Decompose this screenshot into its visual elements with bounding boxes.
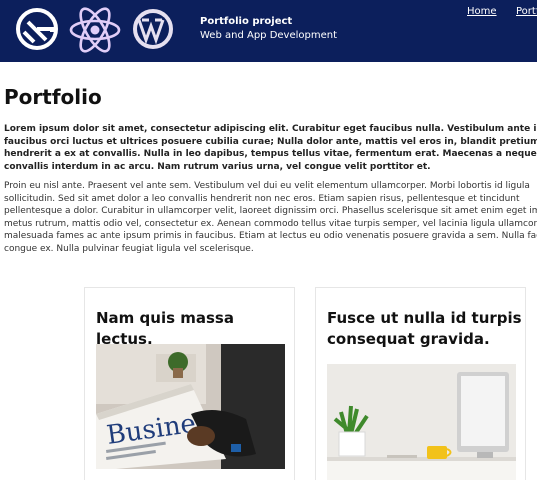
- main-content: Portfolio Lorem ipsum dolor sit amet, co…: [4, 85, 537, 255]
- gatsby-icon[interactable]: [16, 8, 58, 50]
- body-line: congue ex. Nulla pulvinar feugiat ligula…: [4, 243, 254, 254]
- body-line: metus rutrum, mattis odio vel, consectet…: [4, 218, 537, 229]
- site-subtitle: Web and App Development: [200, 30, 338, 41]
- page-title: Portfolio: [4, 85, 102, 109]
- card-image-desk[interactable]: [327, 364, 516, 480]
- wordpress-icon[interactable]: [132, 8, 174, 50]
- lead-line: Lorem ipsum dolor sit amet, consectetur …: [4, 124, 537, 134]
- lead-line: hendrerit a ex at convallis. Nulla in le…: [4, 149, 537, 159]
- lead-paragraph: Lorem ipsum dolor sit amet, consectetur …: [4, 123, 537, 173]
- card-title[interactable]: Fusce ut nulla id turpis consequat gravi…: [327, 308, 522, 350]
- nav-link-home[interactable]: Home: [467, 6, 497, 17]
- portfolio-card[interactable]: Nam quis massa lectus. Business: [84, 287, 295, 480]
- body-paragraph: Proin eu nisl ante. Praesent vel ante se…: [4, 180, 537, 255]
- body-line: malesuada fames ac ante ipsum primis in …: [4, 231, 537, 241]
- lead-line: faucibus orci luctus et ultrices posuere…: [4, 136, 537, 147]
- react-icon[interactable]: [67, 2, 123, 58]
- body-line: sollicitudin. Sed sit amet dolor a leo c…: [4, 193, 520, 204]
- body-line: Proin eu nisl ante. Praesent vel ante se…: [4, 181, 530, 191]
- site-title: Portfolio project: [200, 16, 293, 27]
- nav-link-portfolio[interactable]: Portfolio: [516, 6, 537, 17]
- body-line: pellentesque a dolor. Curabitur in ullam…: [4, 206, 537, 216]
- portfolio-card[interactable]: Fusce ut nulla id turpis consequat gravi…: [315, 287, 526, 480]
- lead-line: convallis interdum in ac arcu. Nam rutru…: [4, 161, 431, 172]
- site-header: Portfolio project Web and App Developmen…: [0, 0, 537, 62]
- card-image-newspaper[interactable]: Business: [96, 344, 285, 469]
